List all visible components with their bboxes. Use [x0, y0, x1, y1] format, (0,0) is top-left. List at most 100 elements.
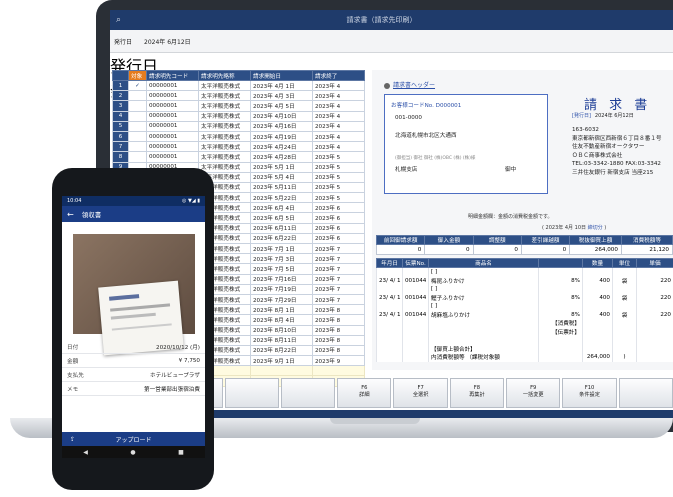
toolbar: 発行日 2024年 6月12日 [110, 30, 673, 53]
grid-cell: 2023年 6月22日 [250, 232, 313, 245]
grid-cell: 2023年 5 [312, 161, 365, 173]
detail-cell [582, 302, 613, 311]
function-key-label: 詳細 [359, 392, 370, 398]
detail-table: 年月日 伝票No. 商品名 数量 単位 単価 [ ] 23/ 4/ 1 001044 梅昆ふりか… [376, 258, 673, 362]
grid-cell: 2023年 8 [312, 304, 365, 316]
row-checkbox[interactable] [128, 141, 147, 153]
grid-cell: 2023年 4 [312, 141, 365, 153]
grid-cell: 1 [112, 79, 129, 92]
company-line: 東京都新宿区西新宿６丁目８番１号 [572, 135, 662, 142]
detail-header: 年月日 [376, 258, 403, 268]
grid-header[interactable]: 請求明先略称 [198, 70, 251, 81]
detail-cell: 23/ 4/ 1 [376, 293, 403, 302]
row-checkbox[interactable]: ✓ [128, 79, 147, 92]
search-icon[interactable]: ⌕ [116, 15, 130, 25]
issue-value: 2024年 6月12日 [594, 113, 634, 119]
customer-no-value: D000001 [435, 103, 462, 109]
phone-app-bar: ← 領収書 [62, 206, 205, 222]
recent-nav-icon[interactable]: ■ [178, 449, 184, 456]
detail-cell [612, 336, 637, 345]
table-row[interactable]: 2 00000001 太平洋販売株式 2023年 4月 3日 2023年 4 [112, 90, 365, 102]
function-key-f6[interactable]: F6 詳細 [337, 378, 392, 408]
field-value: ホテルビュープラザ [149, 372, 200, 379]
row-checkbox[interactable] [128, 90, 147, 102]
receipt-field[interactable]: 金額 ¥ 7,750 [62, 354, 205, 368]
detail-cell [612, 327, 637, 336]
grid-header[interactable] [112, 70, 129, 81]
function-key-f8[interactable]: F8 再集計 [449, 378, 505, 408]
function-key-f9[interactable]: F9 一括変更 [506, 378, 561, 408]
table-row[interactable]: 5 00000001 太平洋販売株式 2023年 4月16日 2023年 4 [112, 120, 365, 132]
title-bar: ⌕ 請求書（請求先印刷） [110, 10, 673, 30]
receipt-field[interactable]: メモ 第一営業部出張宿泊費 [62, 382, 205, 396]
row-checkbox[interactable] [128, 130, 147, 143]
function-key-blank[interactable] [224, 378, 279, 408]
grid-cell: 2023年 4月24日 [250, 141, 313, 153]
payment-note: 明細金額欄：金額の消費税金額です。 [468, 214, 553, 220]
table-row[interactable]: 4 00000001 太平洋販売株式 2023年 4月10日 2023年 4 [112, 110, 365, 122]
detail-row: 【伝票計】 [376, 327, 673, 336]
function-key-label: 条件設定 [579, 392, 600, 398]
receipt-field[interactable]: 日付 2020/10/12 (月) [62, 340, 205, 354]
function-key-blank[interactable] [618, 378, 673, 408]
function-key-f7[interactable]: F7 全選択 [393, 378, 448, 408]
grid-header[interactable]: 請求開始日 [250, 70, 313, 81]
phone-status-bar: 10:04 ◎ ▼◢ ▮ [62, 196, 205, 206]
back-nav-icon[interactable]: ◀ [83, 449, 88, 456]
grid-cell: 2023年 8 [312, 334, 365, 346]
summary-header: 消費税額等 [620, 235, 673, 245]
grid-cell: 太平洋販売株式 [198, 151, 251, 163]
grid-cell: 00000001 [146, 79, 199, 92]
receipt-field[interactable]: 支払先 ホテルビュープラザ [62, 368, 205, 382]
back-arrow-icon[interactable]: ← [67, 210, 74, 219]
function-key-f10[interactable]: F10 条件設定 [562, 378, 617, 408]
period-link[interactable]: 締切分 [588, 225, 603, 231]
grid-cell: 00000001 [146, 151, 199, 163]
table-row[interactable]: 6 00000001 太平洋販売株式 2023年 4月19日 2023年 4 [112, 130, 365, 143]
grid-cell: 00000001 [146, 120, 199, 132]
summary-value: 0 [424, 244, 474, 255]
detail-cell [636, 353, 673, 362]
upload-button[interactable]: ⇪ アップロード [62, 432, 205, 446]
summary-value: 0 [472, 244, 522, 255]
issue-date-field[interactable]: 2024年 6月12日 [144, 37, 191, 46]
table-row[interactable]: 3 00000001 太平洋販売株式 2023年 4月 5日 2023年 4 [112, 100, 365, 112]
grid-cell: 00000001 [146, 141, 199, 153]
invoice-header-link[interactable]: 請求書ヘッダー [384, 80, 435, 89]
detail-cell [582, 327, 613, 336]
table-row[interactable]: 1 ✓ 00000001 太平洋販売株式 2023年 4月 1日 2023年 4 [112, 79, 365, 92]
function-key-code: F6 [361, 385, 368, 391]
grid-header[interactable]: 請求明先コード [146, 70, 199, 81]
detail-cell [538, 344, 583, 353]
grid-cell: 2023年 5月11日 [250, 181, 313, 194]
receipt-photo[interactable] [73, 234, 195, 356]
grid-cell: 2023年 4月16日 [250, 120, 313, 132]
detail-cell: 220 [636, 276, 673, 285]
table-row[interactable]: 7 00000001 太平洋販売株式 2023年 4月24日 2023年 4 [112, 141, 365, 153]
grid-cell: 2023年 4 [312, 120, 365, 132]
detail-cell [582, 344, 613, 353]
grid-cell: 2023年 4月28日 [250, 151, 313, 163]
grid-header[interactable]: 対象 [128, 70, 147, 81]
grid-cell: 2 [112, 90, 129, 102]
grid-cell: 2023年 7月 1日 [250, 242, 313, 255]
row-checkbox[interactable] [128, 100, 147, 112]
grid-cell: 2023年 4 [312, 130, 365, 143]
row-checkbox[interactable] [128, 120, 147, 132]
grid-cell: 2023年 7 [312, 283, 365, 295]
grid-cell: 2023年 4 [312, 100, 365, 112]
detail-cell [402, 319, 429, 328]
row-checkbox[interactable] [128, 151, 147, 163]
grid-cell: 00000001 [146, 100, 199, 112]
row-checkbox[interactable] [128, 110, 147, 122]
detail-cell [428, 336, 539, 345]
detail-cell: ) [612, 353, 637, 362]
grid-cell: 2023年 8月22日 [250, 344, 313, 357]
table-row[interactable]: 8 00000001 太平洋販売株式 2023年 4月28日 2023年 5 [112, 151, 365, 163]
home-nav-icon[interactable]: ● [130, 449, 135, 456]
grid-header[interactable]: 請求終了 [312, 70, 365, 81]
circle-icon [384, 82, 390, 89]
company-line: 163-6032 [572, 127, 599, 133]
company-info: 163-6032 東京都新宿区西新宿６丁目８番１号 住友不動産新宿オークタワー ＯＢＣ… [572, 126, 662, 177]
function-key-blank[interactable] [280, 378, 336, 408]
